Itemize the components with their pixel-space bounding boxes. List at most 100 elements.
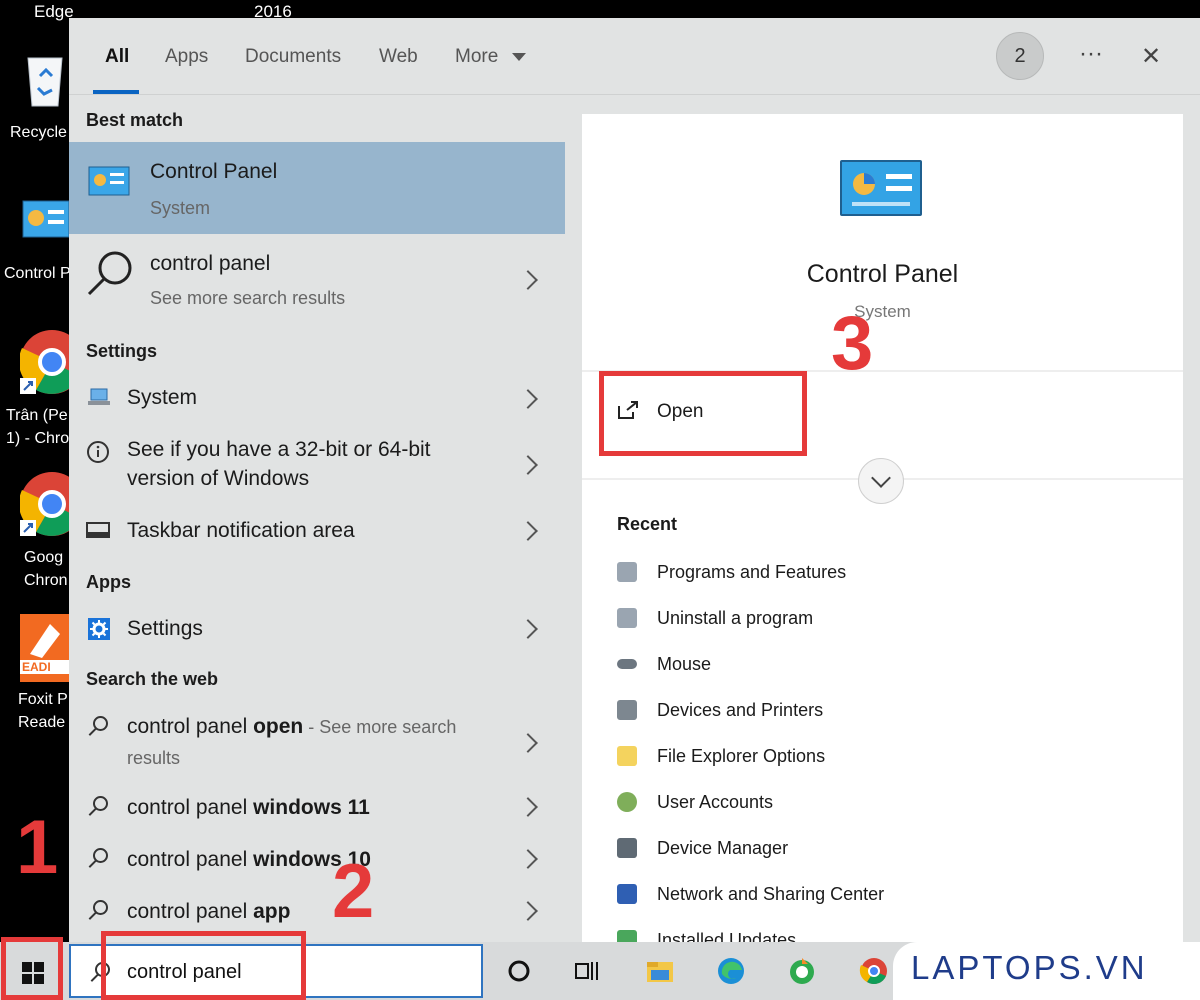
web-item-prefix: control panel xyxy=(127,848,254,871)
gear-icon xyxy=(88,618,110,640)
recent-item[interactable]: Devices and Printers xyxy=(617,697,1017,727)
web-item-open[interactable]: control panel open - See more search res… xyxy=(69,708,565,778)
chevron-right-icon xyxy=(518,521,538,541)
svg-text:EADI: EADI xyxy=(22,660,51,674)
mouse-icon xyxy=(617,659,637,669)
web-item-windows-11[interactable]: control panel windows 11 xyxy=(69,786,565,834)
chevron-right-icon xyxy=(518,389,538,409)
tab-apps[interactable]: Apps xyxy=(165,46,208,68)
web-item-prefix: control panel xyxy=(127,796,254,819)
chevron-right-icon xyxy=(518,619,538,639)
recent-item-label: User Accounts xyxy=(657,792,774,812)
settings-item-taskbar-notification[interactable]: Taskbar notification area xyxy=(69,508,565,556)
tab-documents[interactable]: Documents xyxy=(245,46,341,68)
tab-more-label: More xyxy=(455,46,499,67)
chevron-right-icon xyxy=(518,901,538,921)
recent-item-label: Device Manager xyxy=(657,838,789,858)
programs-features-icon xyxy=(617,562,637,582)
web-item-text: control panel app xyxy=(127,900,290,924)
brand-watermark: LAPTOPS.VN xyxy=(893,942,1200,1000)
details-subtitle: System xyxy=(854,302,911,321)
web-item-text: control panel windows 11 xyxy=(127,796,370,820)
search-more-result[interactable]: control panel See more search results xyxy=(69,238,565,314)
installed-updates-icon xyxy=(617,930,637,942)
cortana-icon[interactable] xyxy=(504,956,534,986)
recent-item[interactable]: Mouse xyxy=(617,651,1017,681)
annotation-step-3: 3 xyxy=(831,301,874,386)
tab-more[interactable]: More xyxy=(455,46,526,68)
desktop-icon-control-panel[interactable]: Control P xyxy=(0,198,71,288)
desktop-icon-label: Control P xyxy=(4,265,71,282)
desktop-icon-label: Foxit P Reade xyxy=(18,691,68,731)
recent-item[interactable]: Installed Updates xyxy=(617,927,1017,942)
settings-item-system[interactable]: System xyxy=(69,376,565,424)
search-icon xyxy=(87,251,132,296)
edge-icon[interactable] xyxy=(716,956,746,986)
device-manager-icon xyxy=(617,838,637,858)
chrome-icon[interactable] xyxy=(859,956,889,986)
recent-item[interactable]: Device Manager xyxy=(617,835,1017,865)
search-web-header: Search the web xyxy=(86,669,219,689)
recent-item-label: File Explorer Options xyxy=(657,746,826,766)
search-icon xyxy=(93,900,108,915)
web-item-windows-10[interactable]: control panel windows 10 xyxy=(69,838,565,886)
uninstall-program-icon xyxy=(617,608,637,628)
foxit-reader-icon: EADI xyxy=(20,614,70,682)
web-item-bold: app xyxy=(253,900,291,923)
apps-item-settings[interactable]: Settings xyxy=(69,606,565,654)
info-icon xyxy=(87,441,109,463)
web-item-bold: open xyxy=(253,715,304,738)
desktop-icon-google-chrome[interactable]: Goog Chron xyxy=(0,472,70,590)
annotation-box-search xyxy=(101,931,306,1000)
tab-all[interactable]: All xyxy=(105,46,129,68)
more-options-button[interactable]: ··· xyxy=(1079,40,1103,68)
web-item-prefix: control panel xyxy=(127,715,254,738)
desktop-icon-chrome-profile[interactable]: Trân (Pe 1) - Chro xyxy=(0,330,70,448)
chrome-icon xyxy=(20,472,70,536)
recent-item[interactable]: Programs and Features xyxy=(617,559,1017,589)
desktop-icon-recycle-bin[interactable]: Recycle xyxy=(0,48,70,148)
best-match-result[interactable]: Control Panel System xyxy=(69,142,565,234)
details-title: Control Panel xyxy=(806,260,959,288)
recent-header: Recent xyxy=(617,514,678,534)
file-explorer-icon[interactable] xyxy=(645,956,675,986)
expand-chevron-icon[interactable] xyxy=(858,458,904,504)
recent-item-label: Mouse xyxy=(657,654,712,674)
search-more-subtitle: See more search results xyxy=(150,288,346,308)
recent-item[interactable]: User Accounts xyxy=(617,789,1017,819)
recent-item-label: Installed Updates xyxy=(657,930,797,942)
control-panel-icon xyxy=(88,166,130,196)
annotation-step-2: 2 xyxy=(332,849,375,934)
recent-item[interactable]: File Explorer Options xyxy=(617,743,1017,773)
desktop-icon-foxit-reader[interactable]: EADI Foxit P Reade xyxy=(0,614,70,738)
annotation-box-start xyxy=(1,937,63,1000)
recent-item-label: Devices and Printers xyxy=(657,700,824,720)
rewards-badge[interactable]: 2 xyxy=(996,32,1044,80)
search-icon xyxy=(93,796,108,811)
caret-down-icon xyxy=(511,52,526,61)
web-item-prefix: control panel xyxy=(127,900,254,923)
search-more-title: control panel xyxy=(150,252,271,275)
laptop-icon xyxy=(88,388,110,405)
recent-item-label: Uninstall a program xyxy=(657,608,814,628)
apps-item-label: Settings xyxy=(127,617,203,640)
close-button[interactable]: ✕ xyxy=(1141,42,1161,71)
desktop-icon-label: Goog Chron xyxy=(24,549,68,589)
chevron-right-icon xyxy=(518,849,538,869)
recent-item[interactable]: Network and Sharing Center xyxy=(617,881,1017,911)
taskbar-icon xyxy=(86,522,110,538)
network-icon xyxy=(617,884,637,904)
best-match-title: Control Panel xyxy=(150,160,278,183)
annotation-step-1: 1 xyxy=(16,805,59,890)
best-match-header: Best match xyxy=(86,110,184,130)
task-view-icon[interactable] xyxy=(572,956,602,986)
recent-item[interactable]: Uninstall a program xyxy=(617,605,1017,635)
folder-options-icon xyxy=(617,746,637,766)
settings-item-label-line2: version of Windows xyxy=(127,467,310,490)
settings-item-bitness[interactable]: See if you have a 32-bit or 64-bit versi… xyxy=(69,428,565,502)
search-tabs: All Apps Documents Web More 2 ··· ✕ xyxy=(69,18,1200,95)
recycle-bin-icon xyxy=(27,57,63,107)
coccoc-icon[interactable] xyxy=(787,956,817,986)
tab-web[interactable]: Web xyxy=(379,46,418,68)
user-accounts-icon xyxy=(617,792,637,812)
